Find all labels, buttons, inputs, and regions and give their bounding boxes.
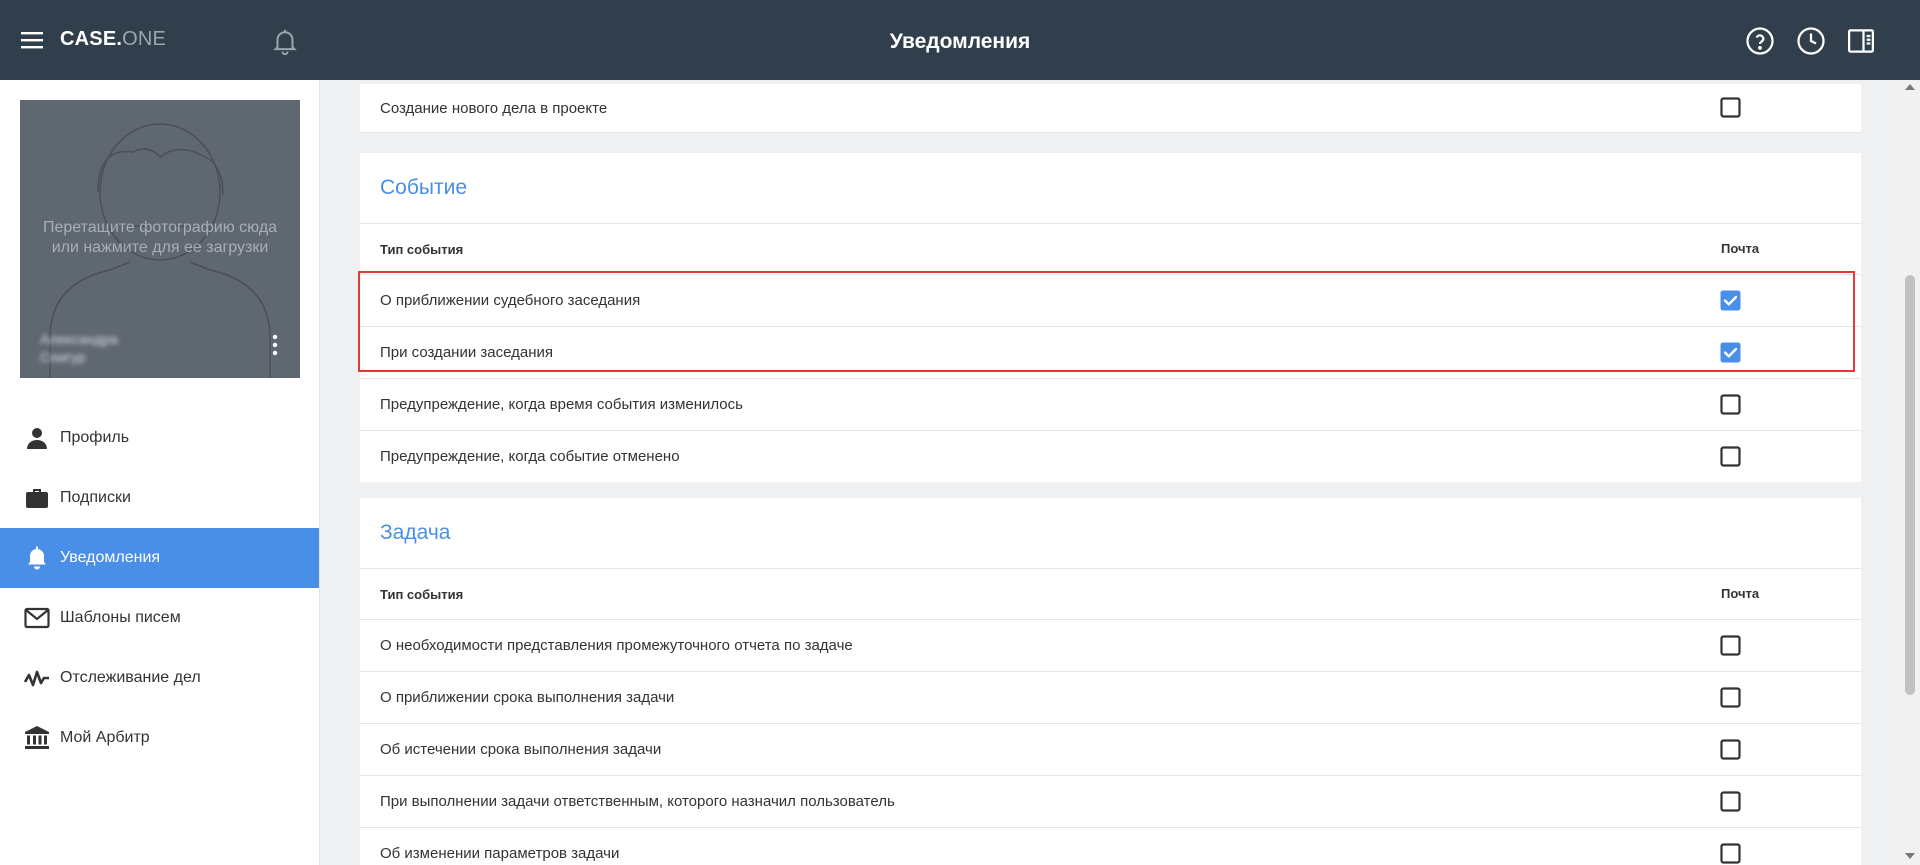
activity-icon [24,665,50,691]
sidebar: Перетащите фотографию сюда или нажмите д… [0,80,320,865]
sidebar-nav: Профиль Подписки Уведомления Шаблоны пис… [0,408,319,768]
sidebar-item-notifications[interactable]: Уведомления [0,528,319,588]
mail-checkbox-checked[interactable] [1720,342,1741,367]
sidebar-item-label: Уведомления [60,549,161,566]
photo-upload-hint: Перетащите фотографию сюда или нажмите д… [42,219,278,256]
sidebar-item-label: Отслеживание дел [60,669,201,686]
event-section-title: Событие [360,153,1861,224]
row-label: Об истечении срока выполнения задачи [380,741,662,758]
table-row: О приближении срока выполнения задачи [360,672,1861,724]
table-row: Об изменении параметров задачи [360,828,1861,865]
logo-suffix: ONE [122,28,167,50]
task-section-title: Задача [360,498,1861,569]
task-section: Задача Тип события Почта О необходимости… [360,498,1861,865]
main-content: Создание нового дела в проекте Событие Т… [320,80,1900,865]
table-row: Об истечении срока выполнения задачи [360,724,1861,776]
row-label: Предупреждение, когда время события изме… [380,396,743,413]
row-label: Создание нового дела в проекте [380,99,608,117]
sidebar-item-label: Мой Арбитр [60,729,150,746]
column-mail: Почта [1721,241,1760,256]
mail-checkbox-unchecked[interactable] [1720,687,1741,712]
row-label: При выполнении задачи ответственным, кот… [380,793,895,810]
mail-checkbox-unchecked[interactable] [1720,97,1741,122]
scroll-up-arrow-icon[interactable] [1905,84,1915,90]
help-icon[interactable] [1745,26,1775,56]
row-label: О приближении судебного заседания [380,292,641,309]
event-section: Событие Тип события Почта О приближении … [360,153,1861,482]
sidebar-item-case-tracking[interactable]: Отслеживание дел [0,648,319,708]
sidebar-item-mail-templates[interactable]: Шаблоны писем [0,588,319,648]
sidebar-item-label: Шаблоны писем [60,609,181,626]
column-mail: Почта [1721,586,1760,601]
mail-icon [24,605,50,631]
table-row: Создание нового дела в проекте [360,84,1861,133]
row-label: О приближении срока выполнения задачи [380,689,675,706]
sidebar-item-label: Профиль [60,429,130,446]
app-logo[interactable]: CASE.ONE [60,28,166,51]
notifications-bell-icon[interactable] [270,26,300,61]
row-label: Предупреждение, когда событие отменено [380,448,680,465]
table-row: При создании заседания [360,327,1861,379]
scroll-down-arrow-icon[interactable] [1905,853,1915,859]
table-row: О приближении судебного заседания [360,275,1861,327]
event-column-header: Тип события Почта [360,224,1861,275]
table-row: О необходимости представления промежуточ… [360,620,1861,672]
mail-checkbox-unchecked[interactable] [1720,446,1741,471]
mail-checkbox-unchecked[interactable] [1720,791,1741,816]
mail-checkbox-unchecked[interactable] [1720,635,1741,660]
profile-photo-upload[interactable]: Перетащите фотографию сюда или нажмите д… [20,100,300,378]
column-event-type: Тип события [380,586,464,602]
table-row: Предупреждение, когда событие отменено [360,431,1861,482]
mail-checkbox-unchecked[interactable] [1720,843,1741,865]
mail-checkbox-unchecked[interactable] [1720,739,1741,764]
table-row: Предупреждение, когда время события изме… [360,379,1861,431]
logo-main: CASE. [60,28,123,50]
sidebar-item-label: Подписки [60,489,131,506]
project-section: Создание нового дела в проекте [360,84,1861,133]
person-icon [24,425,50,451]
more-vertical-icon[interactable] [272,334,278,361]
column-event-type: Тип события [380,241,464,257]
bell-icon [24,545,50,571]
row-label: О необходимости представления промежуточ… [380,637,853,654]
bank-icon [24,725,50,751]
task-column-header: Тип события Почта [360,569,1861,620]
briefcase-icon [24,485,50,511]
scrollbar-thumb[interactable] [1905,275,1915,695]
table-row: При выполнении задачи ответственным, кот… [360,776,1861,828]
sidebar-item-my-arbitr[interactable]: Мой Арбитр [0,708,319,768]
side-panel-icon[interactable] [1846,26,1876,56]
app-header: CASE.ONE Уведомления [0,0,1920,80]
user-name: Александра Снигур [40,331,118,365]
hamburger-menu-icon[interactable] [20,28,44,52]
sidebar-item-profile[interactable]: Профиль [0,408,319,468]
mail-checkbox-unchecked[interactable] [1720,394,1741,419]
row-label: Об изменении параметров задачи [380,845,620,862]
row-label: При создании заседания [380,344,553,361]
page-scrollbar[interactable] [1900,80,1920,865]
history-clock-icon[interactable] [1796,26,1826,56]
mail-checkbox-checked[interactable] [1720,290,1741,315]
sidebar-item-subscriptions[interactable]: Подписки [0,468,319,528]
